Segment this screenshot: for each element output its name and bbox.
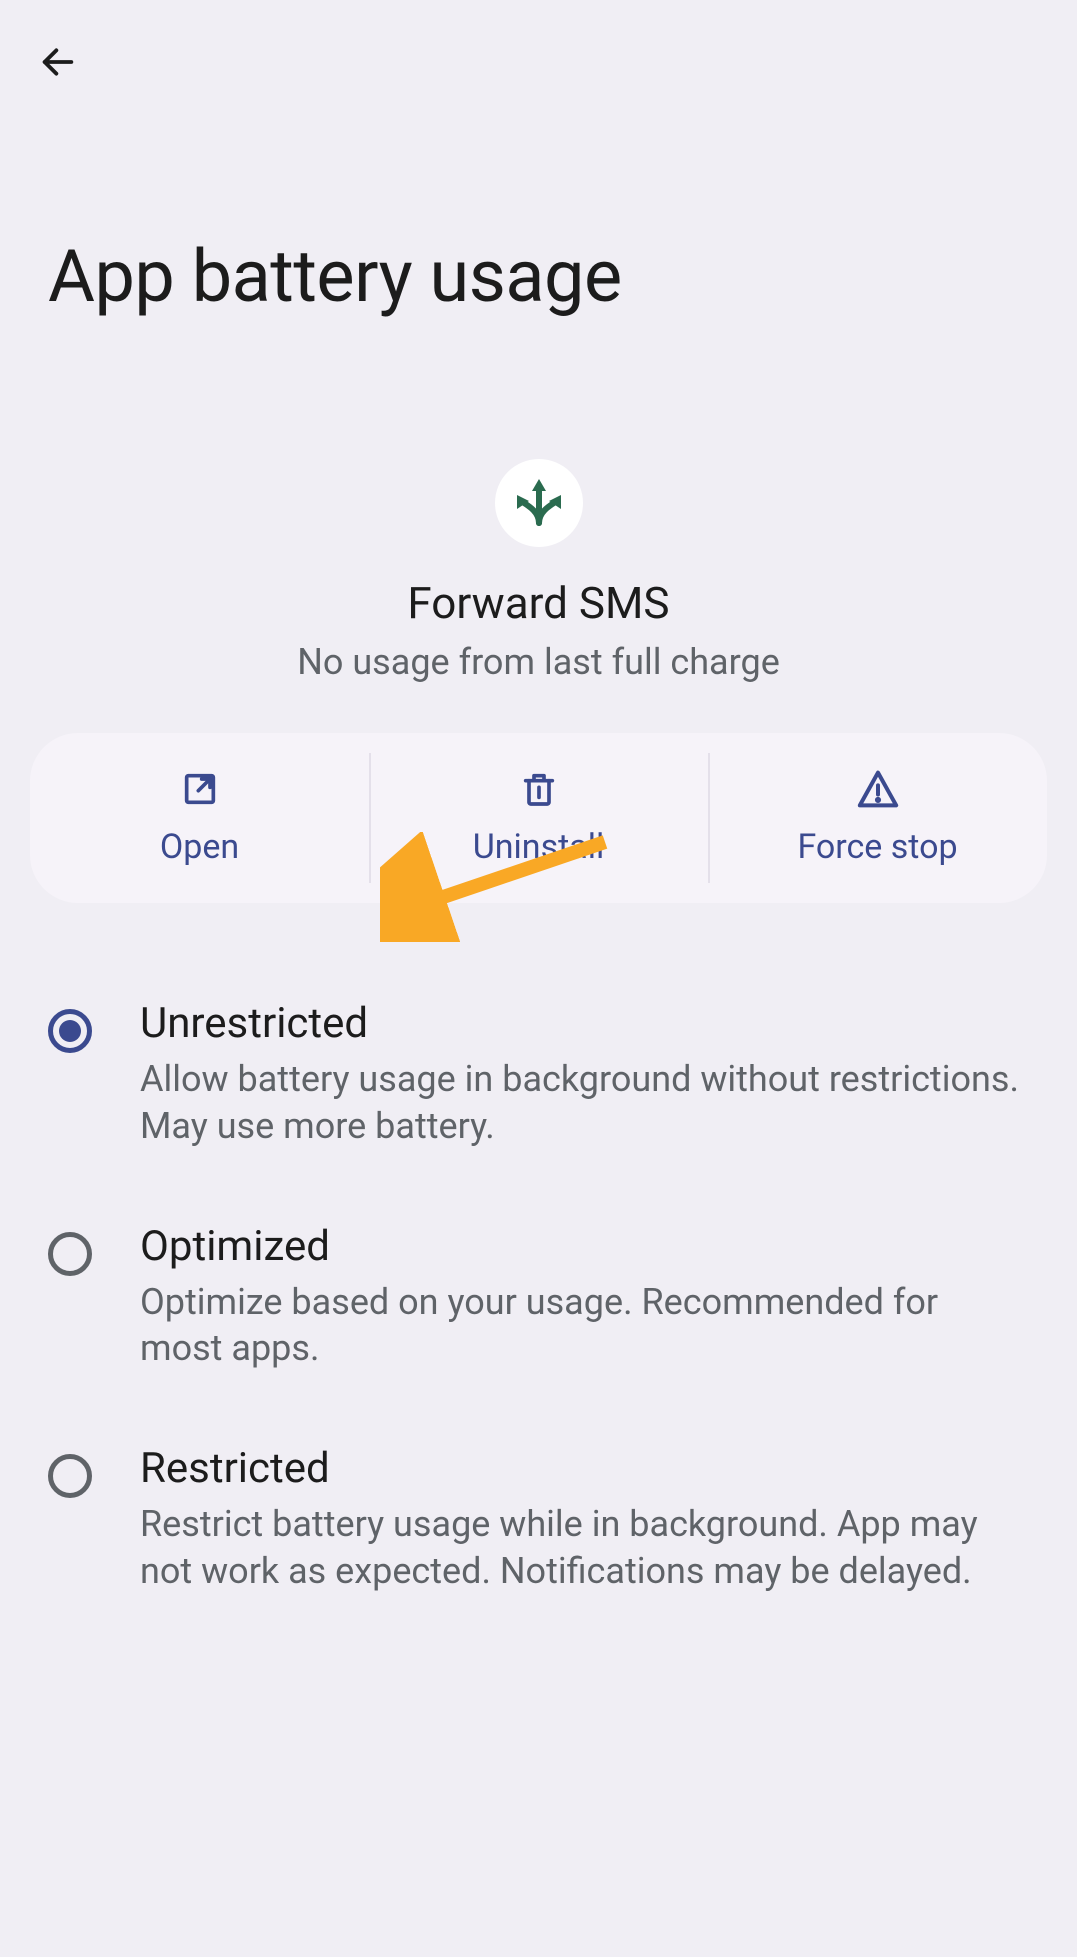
option-title: Optimized: [140, 1222, 1029, 1271]
option-title: Unrestricted: [140, 999, 1029, 1048]
app-name: Forward SMS: [407, 577, 669, 629]
option-unrestricted[interactable]: Unrestricted Allow battery usage in back…: [0, 963, 1077, 1186]
uninstall-button[interactable]: Uninstall: [369, 733, 708, 903]
battery-options: Unrestricted Allow battery usage in back…: [0, 963, 1077, 1631]
option-restricted[interactable]: Restricted Restrict battery usage while …: [0, 1408, 1077, 1631]
radio-unrestricted[interactable]: [48, 1009, 92, 1053]
page-title: App battery usage: [0, 84, 1077, 319]
arrow-left-icon: [38, 42, 78, 82]
option-title: Restricted: [140, 1444, 1029, 1493]
warning-icon: [856, 769, 900, 809]
radio-restricted[interactable]: [48, 1454, 92, 1498]
trash-icon: [519, 769, 559, 809]
open-label: Open: [160, 827, 239, 867]
radio-optimized[interactable]: [48, 1232, 92, 1276]
app-usage-subtitle: No usage from last full charge: [297, 641, 780, 683]
forward-arrows-icon: [507, 471, 571, 535]
actions-bar: Open Uninstall Force stop: [30, 733, 1047, 903]
back-button[interactable]: [36, 40, 80, 84]
option-desc: Restrict battery usage while in backgrou…: [140, 1501, 1029, 1595]
option-desc: Allow battery usage in background withou…: [140, 1056, 1029, 1150]
open-button[interactable]: Open: [30, 733, 369, 903]
option-optimized[interactable]: Optimized Optimize based on your usage. …: [0, 1186, 1077, 1409]
force-stop-label: Force stop: [797, 827, 957, 867]
force-stop-button[interactable]: Force stop: [708, 733, 1047, 903]
open-icon: [180, 769, 220, 809]
uninstall-label: Uninstall: [473, 827, 605, 867]
option-desc: Optimize based on your usage. Recommende…: [140, 1279, 1029, 1373]
app-icon: [495, 459, 583, 547]
